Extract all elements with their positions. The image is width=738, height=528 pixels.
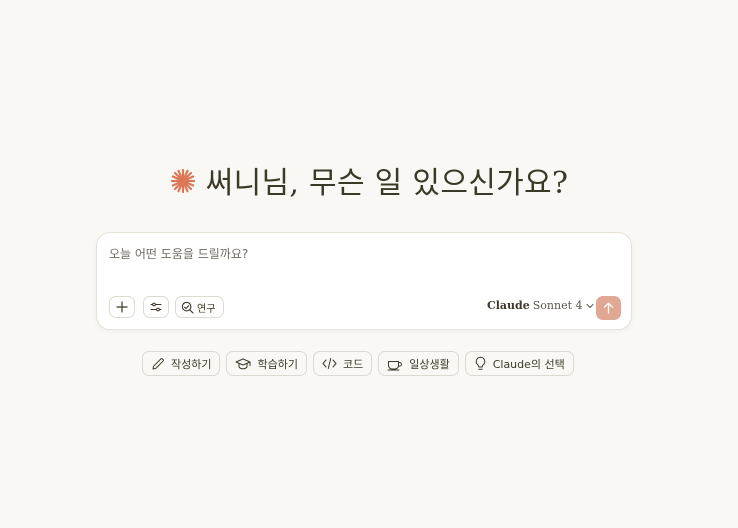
chat-composer: 오늘 어떤 도움을 드릴까요? 연구 Claude Sonnet 4 (96, 232, 632, 330)
pencil-icon (152, 357, 164, 369)
send-button[interactable] (596, 296, 621, 320)
research-button[interactable]: 연구 (175, 296, 224, 318)
claude-spark-icon (170, 168, 195, 194)
code-icon (322, 358, 337, 369)
message-input[interactable]: 오늘 어떤 도움을 드릴까요? (109, 245, 248, 262)
model-name: Sonnet 4 (532, 299, 583, 312)
sliders-icon (150, 302, 162, 312)
new-chat-page: 써니님, 무슨 일 있으신가요? 오늘 어떤 도움을 드릴까요? 연구 Clau… (0, 0, 738, 528)
chevron-down-icon (586, 303, 594, 308)
chip-write[interactable]: 작성하기 (142, 351, 221, 376)
research-label: 연구 (197, 303, 216, 315)
chip-label: 일상생활 (409, 357, 450, 371)
lightbulb-icon (475, 356, 485, 370)
model-selector[interactable]: Claude Sonnet 4 (487, 299, 594, 312)
chip-label: 작성하기 (171, 357, 212, 371)
plus-icon (116, 301, 128, 313)
chip-learn[interactable]: 학습하기 (226, 351, 307, 376)
chip-life[interactable]: 일상생활 (378, 351, 459, 376)
chip-code[interactable]: 코드 (312, 351, 373, 376)
greeting: 써니님, 무슨 일 있으신가요? (0, 158, 738, 202)
add-content-button[interactable] (109, 296, 135, 318)
chip-label: 코드 (342, 357, 364, 371)
graduation-cap-icon (235, 358, 251, 369)
chip-claude-pick[interactable]: Claude의 선택 (464, 351, 574, 376)
greeting-text: 써니님, 무슨 일 있으신가요? (205, 166, 569, 201)
chip-label: Claude의 선택 (492, 357, 565, 371)
tools-button[interactable] (143, 296, 169, 318)
research-icon (181, 301, 194, 314)
arrow-up-icon (603, 302, 614, 314)
chip-label: 학습하기 (257, 357, 298, 371)
coffee-cup-icon (387, 360, 403, 370)
model-brand: Claude (487, 299, 530, 312)
suggestion-chips: 작성하기 학습하기 코드 일상생활 Claude의 선택 (142, 351, 574, 376)
